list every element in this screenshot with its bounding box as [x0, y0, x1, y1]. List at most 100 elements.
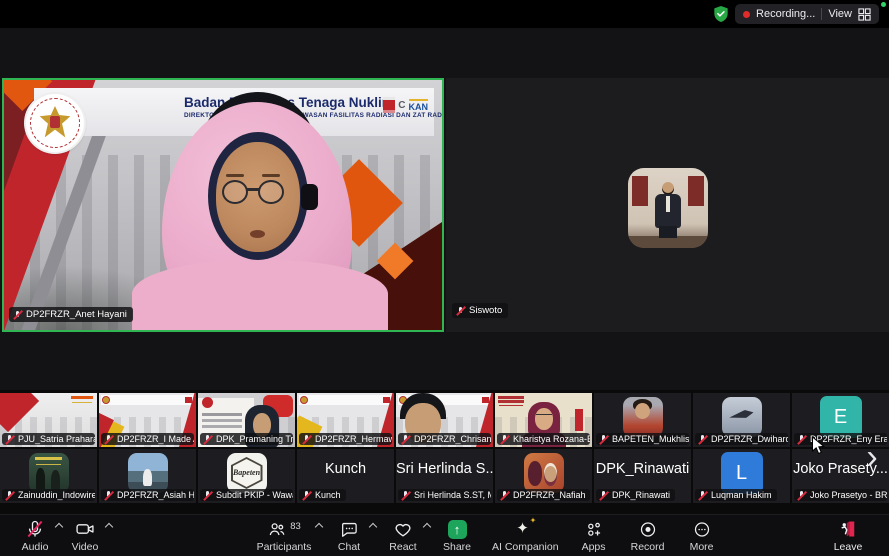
react-button[interactable]: React: [378, 517, 428, 555]
mic-muted-icon: [500, 490, 509, 500]
video-stage: Badan Pengawas Tenaga Nuklir DIREKTORAT …: [0, 28, 889, 390]
mic-muted-icon: [599, 490, 608, 500]
participant-name: DP2FRZR_I Made Ard...: [117, 434, 194, 444]
ai-companion-button[interactable]: AI Companion: [486, 517, 565, 555]
tile-kunch[interactable]: Kunch Kunch: [297, 449, 394, 503]
mic-muted-icon: [104, 434, 113, 444]
share-button[interactable]: ↑ Share: [432, 517, 482, 555]
participant-name: Zainuddin_Indowire: [18, 490, 95, 500]
mic-muted-icon: [599, 434, 608, 444]
participant-name: DP2FRZR_Chrisantus...: [414, 434, 491, 444]
video-tile-siswoto[interactable]: Siswoto: [446, 78, 889, 332]
chat-button[interactable]: Chat: [324, 517, 374, 555]
decor: [71, 396, 93, 399]
participant-name: DP2FRZR_Asiah Has...: [117, 490, 194, 500]
participant-name: Siswoto: [469, 305, 502, 316]
participant-name: PJU_Satria Prahara: [18, 434, 95, 444]
participant-name: Sri Herlinda S.ST, M.Si: [414, 490, 491, 500]
recording-label: Recording...: [756, 8, 815, 20]
toolbar: Audio Video: [0, 514, 889, 556]
participant-name: Joko Prasetyo - BRIN: [810, 490, 887, 500]
decor-corner: [0, 393, 39, 432]
avatar-letter: L: [721, 452, 763, 494]
mic-muted-icon: [797, 490, 806, 500]
tile-rinawati[interactable]: DPK_Rinawati DPK_Rinawati: [594, 449, 691, 503]
security-shield-icon[interactable]: [713, 5, 729, 23]
decor: [659, 226, 677, 238]
tile-kharistya[interactable]: Kharistya Rozana-BRIN: [495, 393, 592, 447]
decor: [226, 174, 244, 177]
video-tile-anet-hayani[interactable]: Badan Pengawas Tenaga Nuklir DIREKTORAT …: [2, 78, 444, 332]
record-button[interactable]: Record: [623, 517, 673, 555]
mic-muted-icon: [302, 434, 311, 444]
participant-name: DP2FRZR_Anet Hayani: [26, 309, 127, 320]
tile-eny-erawati[interactable]: E DP2FRZR_Eny Erawati: [792, 393, 889, 447]
tile-asiah[interactable]: DP2FRZR_Asiah Has...: [99, 449, 196, 503]
headphone-earcup-decor: [301, 184, 318, 210]
avatar-photo: [29, 453, 69, 493]
video-button[interactable]: Video: [60, 517, 110, 555]
participant-name: DP2FRZR_Hermawan...: [315, 434, 392, 444]
tile-mukhlisin[interactable]: BAPETEN_Mukhlisin: [594, 393, 691, 447]
mic-muted-icon: [203, 434, 212, 444]
gallery-row-1: PJU_Satria Prahara DP2FRZR_I Made Ard...…: [0, 393, 889, 447]
decor: [250, 230, 265, 238]
record-icon: [638, 520, 658, 539]
participants-button[interactable]: 83 Participants: [248, 517, 320, 555]
gallery-row-2: Zainuddin_Indowire DP2FRZR_Asiah Has... …: [0, 449, 889, 503]
leave-button[interactable]: Leave: [823, 517, 873, 555]
more-button[interactable]: More: [677, 517, 727, 555]
recording-dot-icon: [743, 11, 750, 18]
mic-muted-icon: [797, 434, 806, 444]
glasses-decor: [222, 180, 248, 204]
tile-i-made[interactable]: DP2FRZR_I Made Ard...: [99, 393, 196, 447]
recording-indicator[interactable]: Recording... View: [735, 4, 879, 24]
zoom-meeting-window: Recording... View Badan Pengawas: [0, 0, 889, 556]
view-button-label[interactable]: View: [828, 8, 852, 20]
mic-muted-icon: [5, 490, 14, 500]
chevron-right-icon[interactable]: ›: [859, 440, 885, 474]
participant-name: DPK_Rinawati: [612, 490, 670, 500]
decor: [202, 397, 213, 408]
audio-button[interactable]: Audio: [10, 517, 60, 555]
avatar-letter: E: [820, 396, 862, 438]
apps-button[interactable]: Apps: [569, 517, 619, 555]
chevron-up-icon[interactable]: [105, 522, 113, 530]
divider: [821, 8, 822, 20]
avatar-badge: Bapeten: [227, 453, 267, 493]
tile-satria-prahara[interactable]: PJU_Satria Prahara: [0, 393, 97, 447]
tile-sri-herlinda[interactable]: Sri Herlinda S... Sri Herlinda S.ST, M.S…: [396, 449, 493, 503]
name-tag-siswoto: Siswoto: [452, 303, 508, 318]
avatar-siswoto: [628, 168, 708, 248]
participant-name: DP2FRZR_Nafiah: [513, 490, 586, 500]
display-name: Kunch: [297, 461, 394, 477]
chat-icon: [339, 520, 359, 539]
chevron-up-icon[interactable]: [315, 522, 323, 530]
participants-count-badge: 83: [290, 521, 301, 532]
more-icon: [692, 520, 712, 539]
ai-companion-sparkle-icon: [515, 520, 535, 539]
chevron-up-icon[interactable]: [423, 522, 431, 530]
tile-hermawan[interactable]: DP2FRZR_Hermawan...: [297, 393, 394, 447]
decor: [535, 408, 553, 430]
chevron-up-icon[interactable]: [369, 522, 377, 530]
tile-pramaning[interactable]: DPK_Pramaning Tri H...: [198, 393, 295, 447]
tile-dwihardjo[interactable]: DP2FRZR_Dwihardjo...: [693, 393, 790, 447]
grid-view-icon[interactable]: [858, 8, 871, 21]
tile-chrisantus[interactable]: DP2FRZR_Chrisantus...: [396, 393, 493, 447]
tile-nafiah[interactable]: DP2FRZR_Nafiah: [495, 449, 592, 503]
tile-zainuddin[interactable]: Zainuddin_Indowire: [0, 449, 97, 503]
mic-muted-icon: [698, 434, 707, 444]
participant-name: Kunch: [315, 490, 341, 500]
mic-muted-icon: [302, 490, 311, 500]
glasses-decor: [258, 180, 284, 204]
bapeten-badge-text: Bapeten: [227, 468, 267, 477]
tile-subdit-pkip[interactable]: Bapeten Subdit PKIP - Wawan...: [198, 449, 295, 503]
tile-luqman-hakim[interactable]: L Luqman Hakim: [693, 449, 790, 503]
decor: [101, 395, 194, 405]
decor: [575, 409, 583, 431]
top-bar: Recording... View: [0, 0, 889, 28]
decor: [536, 414, 552, 418]
mic-muted-icon: [13, 310, 22, 320]
participant-name: DPK_Pramaning Tri H...: [216, 434, 293, 444]
